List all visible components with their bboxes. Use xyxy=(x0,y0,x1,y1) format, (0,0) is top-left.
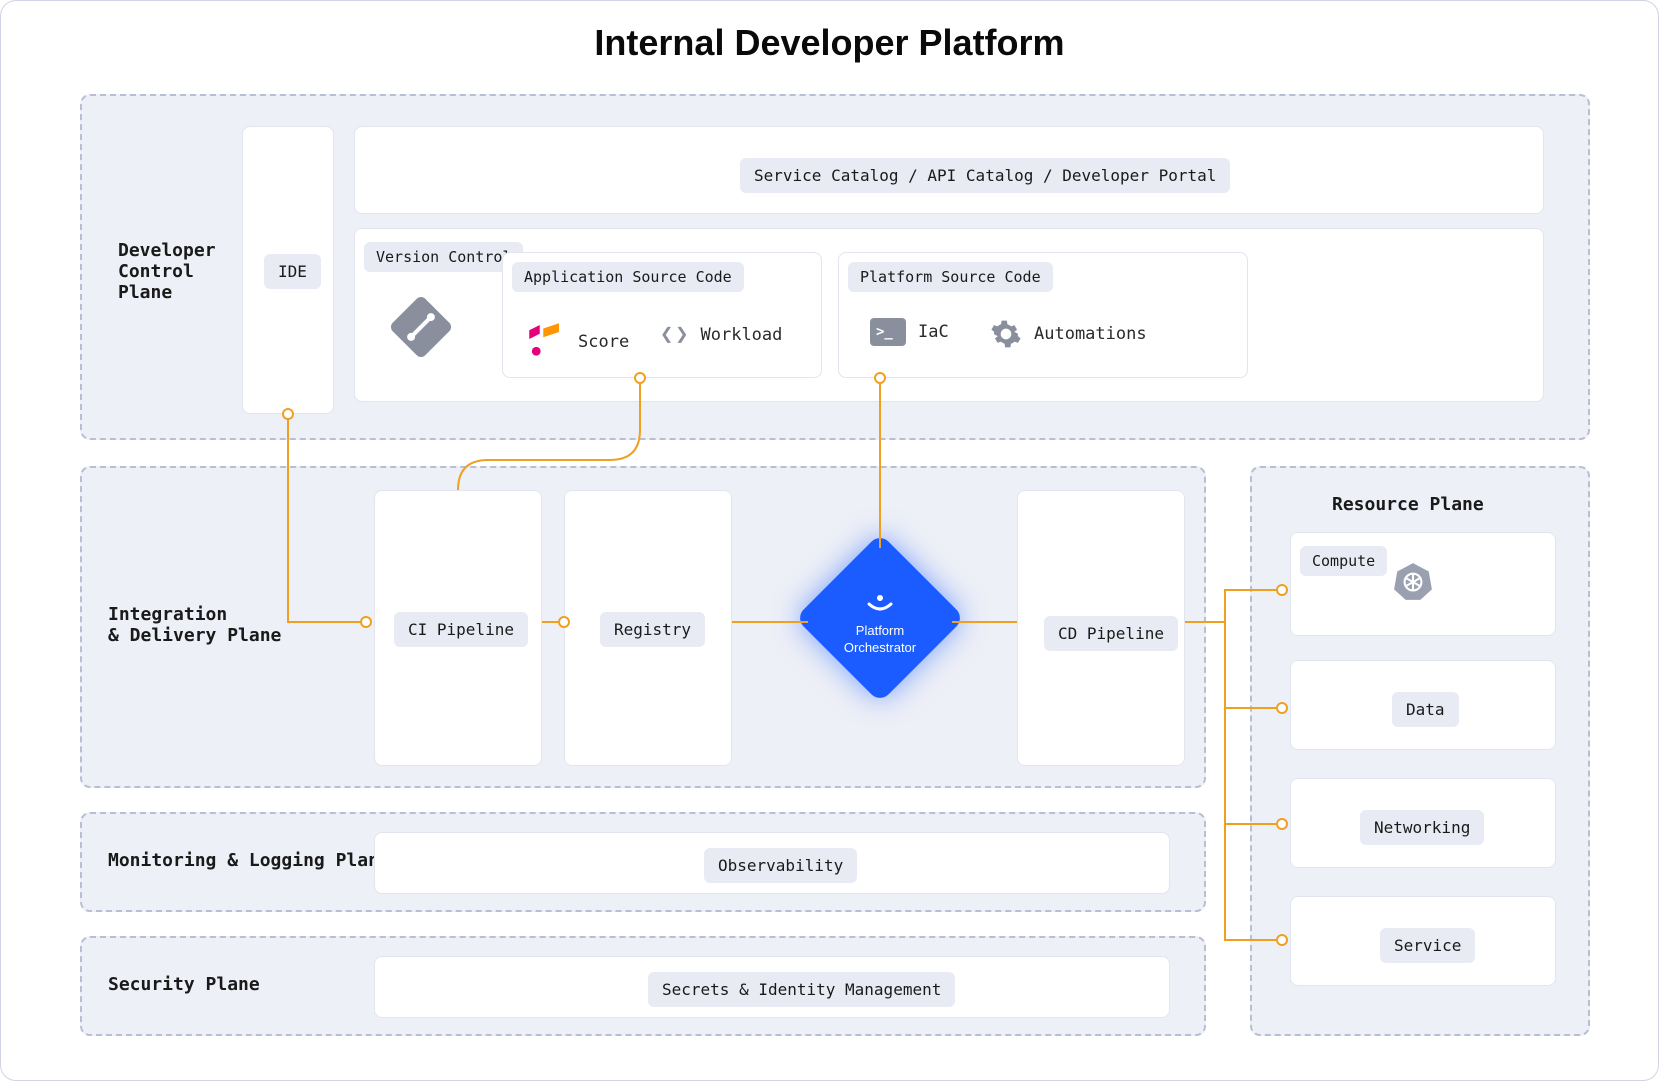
automations-item: Automations xyxy=(990,318,1147,350)
registry-chip: Registry xyxy=(600,612,705,647)
data-chip: Data xyxy=(1392,692,1459,727)
integration-plane-label: Integration & Delivery Plane xyxy=(108,604,281,646)
service-chip: Service xyxy=(1380,928,1475,963)
cd-chip: CD Pipeline xyxy=(1044,616,1178,651)
developer-plane-label: Developer Control Plane xyxy=(118,240,216,303)
orchestrator-label: Platform Orchestrator xyxy=(820,594,940,657)
compute-label: Compute xyxy=(1300,546,1387,576)
version-control-label: Version Control xyxy=(364,242,523,272)
secrets-chip: Secrets & Identity Management xyxy=(648,972,955,1007)
app-source-label: Application Source Code xyxy=(512,262,744,292)
kubernetes-icon xyxy=(1392,560,1434,607)
resource-plane-label: Resource Plane xyxy=(1332,494,1484,515)
networking-chip: Networking xyxy=(1360,810,1484,845)
catalog-chip: Service Catalog / API Catalog / Develope… xyxy=(740,158,1230,193)
observability-chip: Observability xyxy=(704,848,857,883)
score-icon xyxy=(524,318,566,365)
ci-chip: CI Pipeline xyxy=(394,612,528,647)
ide-chip: IDE xyxy=(264,254,321,289)
workload-icon: ❮❯ xyxy=(660,322,689,347)
monitoring-plane-label: Monitoring & Logging Plane xyxy=(108,850,390,871)
security-plane-label: Security Plane xyxy=(108,974,260,995)
gear-icon xyxy=(990,318,1022,350)
score-item: Score xyxy=(524,318,629,365)
terminal-icon: >_ xyxy=(870,318,906,346)
workload-item: ❮❯ Workload xyxy=(660,322,782,347)
platform-source-label: Platform Source Code xyxy=(848,262,1053,292)
iac-item: >_ IaC xyxy=(870,318,949,346)
git-icon xyxy=(398,304,444,350)
